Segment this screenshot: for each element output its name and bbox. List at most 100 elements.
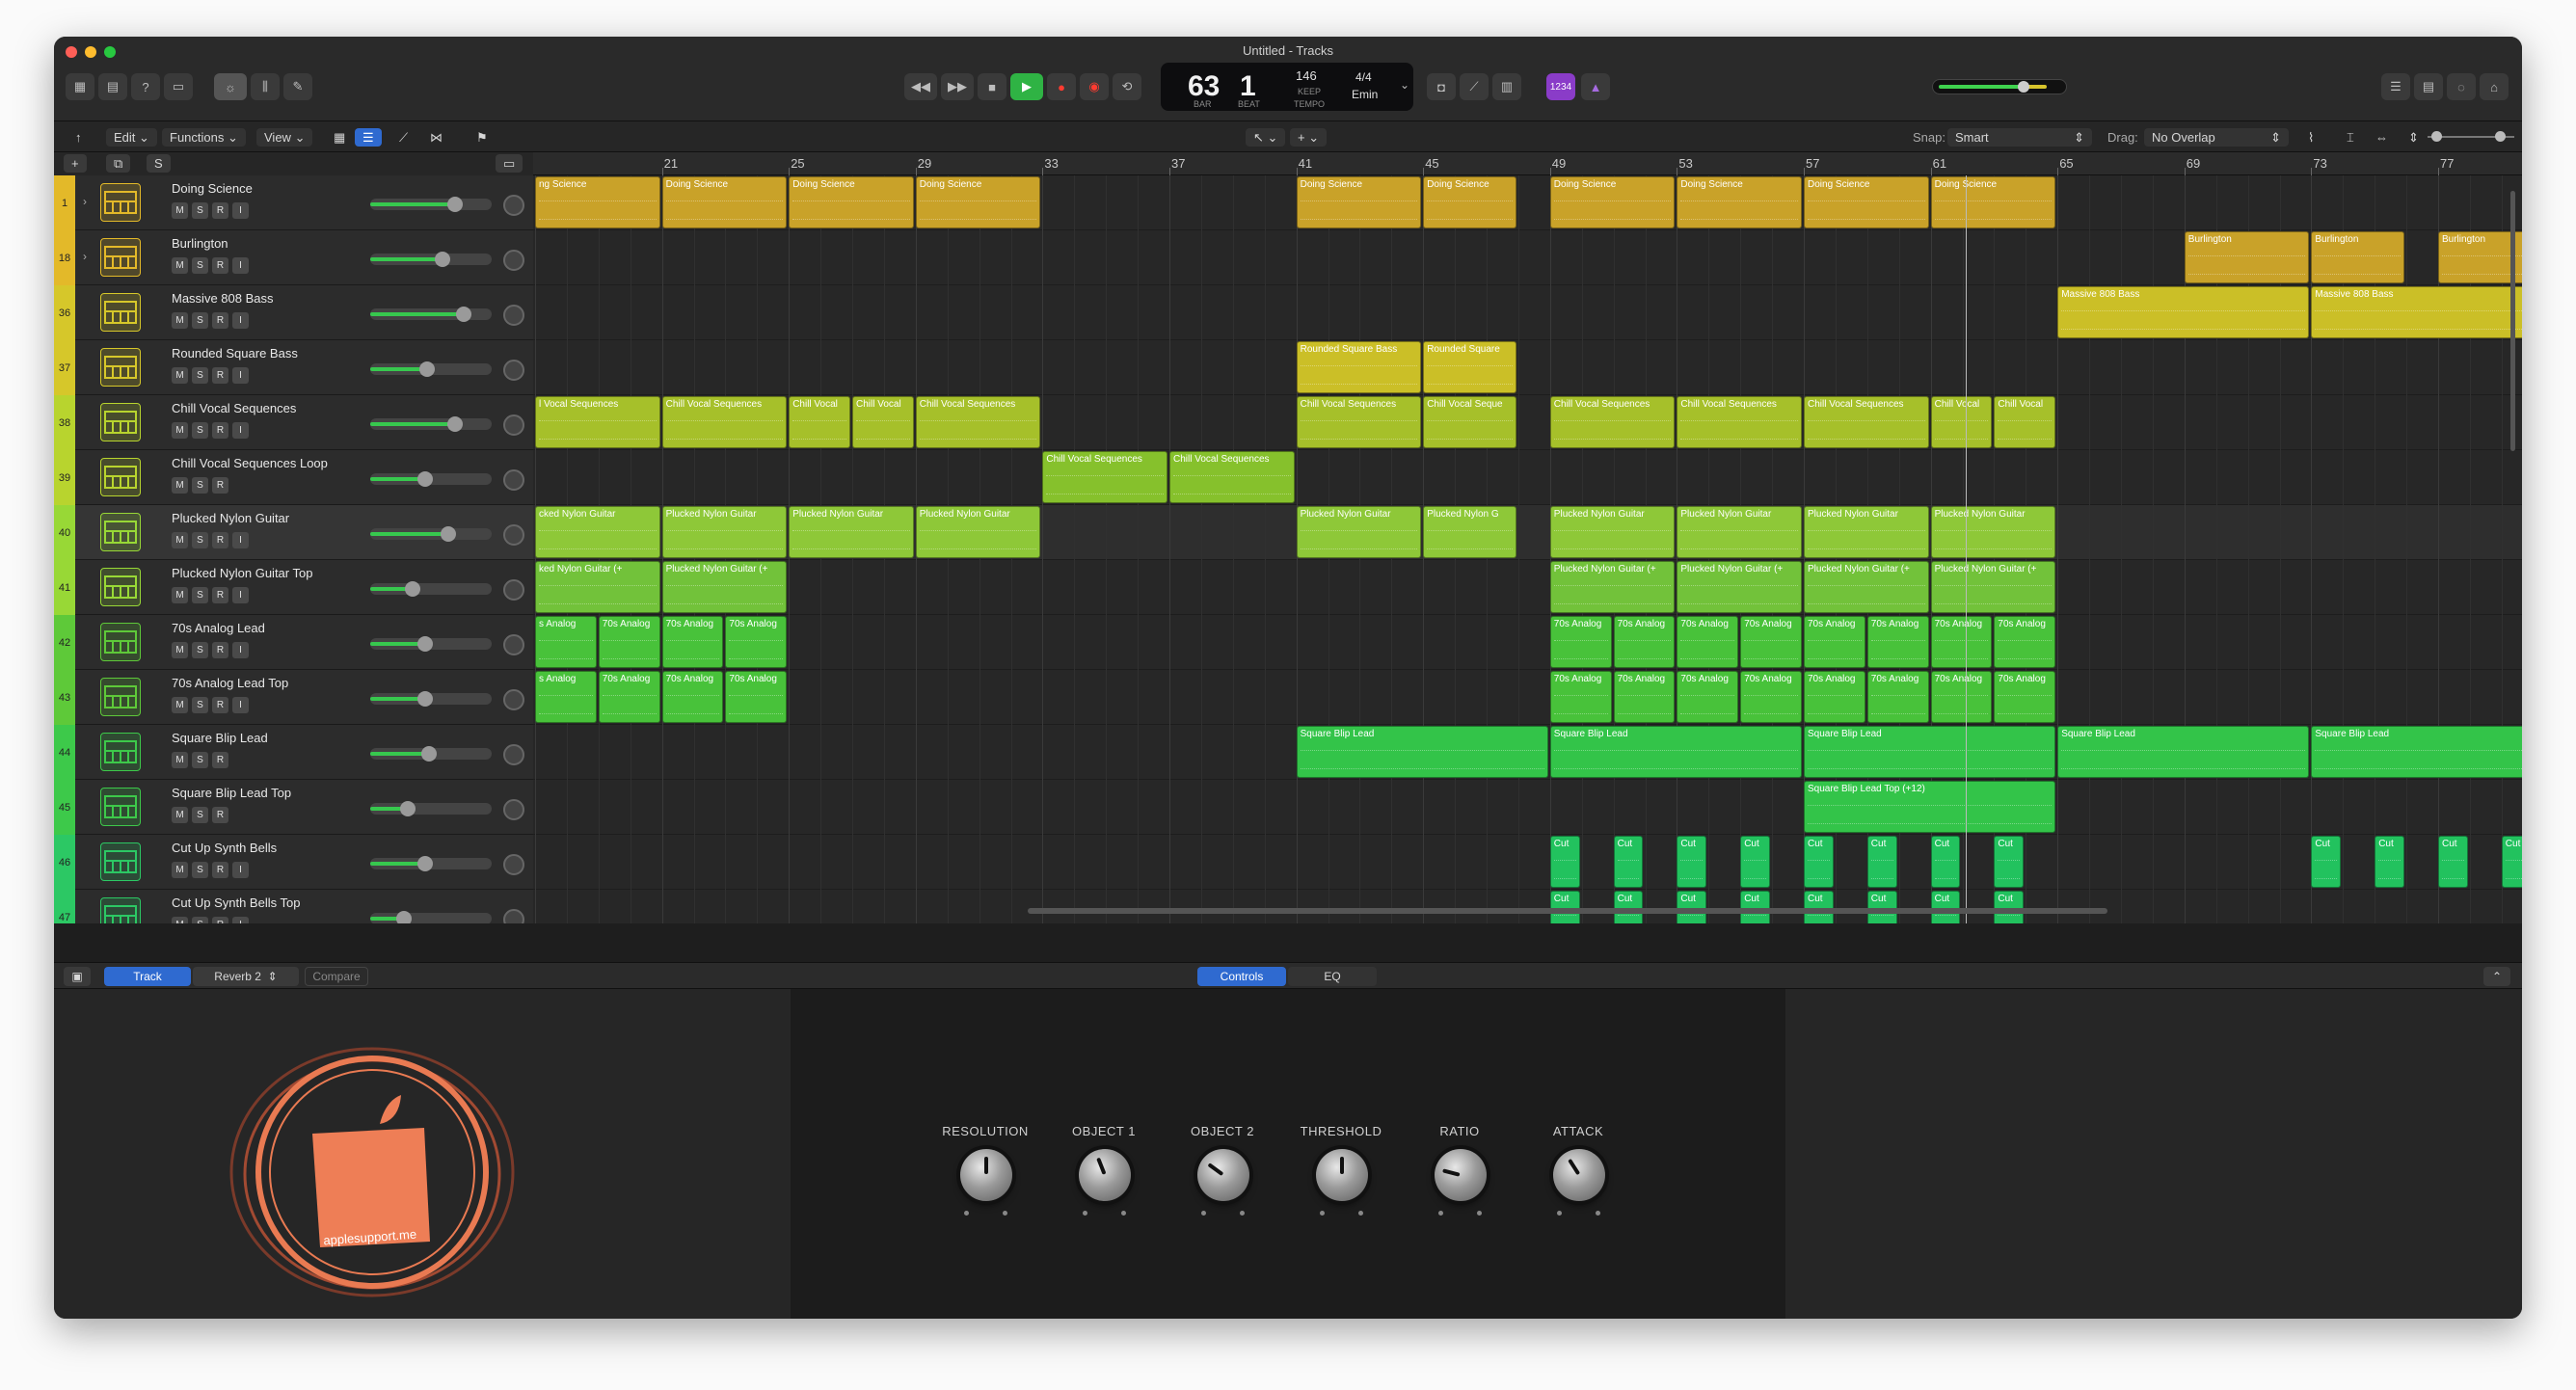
region[interactable]: Plucked Nylon Guitar xyxy=(661,506,788,558)
region[interactable]: Plucked Nylon G xyxy=(1423,506,1516,558)
track-header[interactable]: 18 › Burlington MSRI xyxy=(54,230,533,285)
track-input-button[interactable]: I xyxy=(232,257,249,274)
track-header[interactable]: 37 Rounded Square Bass MSRI xyxy=(54,340,533,395)
track-name[interactable]: Square Blip Lead Top xyxy=(172,786,291,800)
region[interactable]: Plucked Nylon Guitar (+ xyxy=(1804,561,1929,613)
track-pan-knob[interactable] xyxy=(503,250,524,271)
capture-record-button[interactable]: ◉ xyxy=(1080,73,1109,100)
region[interactable]: Cut xyxy=(1804,836,1834,888)
functions-menu[interactable]: Functions ⌄ xyxy=(162,128,246,147)
track-mute-button[interactable]: M xyxy=(172,642,188,658)
track-volume-slider[interactable] xyxy=(370,636,492,652)
pointer-tool-icon[interactable]: ↖ ⌄ xyxy=(1246,128,1286,147)
track-mute-button[interactable]: M xyxy=(172,532,188,548)
track-name[interactable]: 70s Analog Lead xyxy=(172,621,265,635)
track-volume-slider[interactable] xyxy=(370,307,492,322)
plugin-knob-object-2[interactable]: OBJECT 2 xyxy=(1174,1124,1271,1240)
tuner-button[interactable]: ◘ xyxy=(1427,73,1456,100)
track-mute-button[interactable]: M xyxy=(172,312,188,329)
library-button[interactable]: ▦ xyxy=(66,73,94,100)
track-solo-button[interactable]: S xyxy=(192,917,208,923)
region[interactable]: Plucked Nylon Guitar (+ xyxy=(1930,561,2056,613)
compare-button[interactable]: Compare xyxy=(305,967,368,986)
region[interactable]: Cut xyxy=(2438,836,2468,888)
region[interactable]: 70s Analog xyxy=(598,671,660,723)
region[interactable]: Chill Vocal Seque xyxy=(1423,396,1516,448)
region[interactable]: 70s Analog xyxy=(1549,671,1612,723)
track-pan-knob[interactable] xyxy=(503,195,524,216)
region[interactable]: Massive 808 Bass xyxy=(2311,286,2522,338)
track-mute-button[interactable]: M xyxy=(172,807,188,823)
track-mute-button[interactable]: M xyxy=(172,587,188,603)
arrange-area[interactable]: ng Science Doing Science Doing Science Doin… xyxy=(533,175,2522,923)
region[interactable]: 70s Analog xyxy=(1866,616,1929,668)
mixer-button[interactable]: ⫼ xyxy=(251,73,280,100)
track-volume-slider[interactable] xyxy=(370,361,492,377)
track-name[interactable]: Square Blip Lead xyxy=(172,731,268,745)
region[interactable]: Doing Science xyxy=(789,176,914,228)
region[interactable]: Chill Vocal Sequences xyxy=(661,396,788,448)
region[interactable]: Square Blip Lead xyxy=(1296,726,1548,778)
region[interactable]: Chill Vocal Sequences xyxy=(915,396,1041,448)
track-record-button[interactable]: R xyxy=(212,477,228,494)
track-header[interactable]: 41 Plucked Nylon Guitar Top MSRI xyxy=(54,560,533,615)
disclosure-icon[interactable]: › xyxy=(83,250,87,263)
track-header[interactable]: 44 Square Blip Lead MSR xyxy=(54,725,533,780)
region[interactable]: Chill Vocal xyxy=(789,396,850,448)
master-volume-slider[interactable] xyxy=(1932,79,2067,94)
track-header[interactable]: 1 › Doing Science MSRI xyxy=(54,175,533,230)
region[interactable]: Burlington xyxy=(2311,231,2405,283)
track-pan-knob[interactable] xyxy=(503,854,524,875)
knob-dial[interactable] xyxy=(1079,1149,1131,1201)
tab-controls[interactable]: Controls xyxy=(1197,967,1286,986)
region[interactable]: Plucked Nylon Guitar xyxy=(915,506,1041,558)
stop-button[interactable]: ■ xyxy=(978,73,1006,100)
track-solo-button[interactable]: S xyxy=(192,477,208,494)
region[interactable]: Chill Vocal xyxy=(852,396,914,448)
track-name[interactable]: Plucked Nylon Guitar xyxy=(172,511,289,525)
track-volume-slider[interactable] xyxy=(370,691,492,707)
region[interactable]: 70s Analog xyxy=(1740,616,1802,668)
track-input-button[interactable]: I xyxy=(232,697,249,713)
inspector-button[interactable]: ▤ xyxy=(98,73,127,100)
track-record-button[interactable]: R xyxy=(212,422,228,439)
lcd-display[interactable]: 63 1 BAR BEAT 146 KEEP TEMPO 4/4 Emin ⌄ xyxy=(1161,63,1413,111)
region[interactable]: 70s Analog xyxy=(661,616,724,668)
track-volume-slider[interactable] xyxy=(370,911,492,923)
track-record-button[interactable]: R xyxy=(212,312,228,329)
region[interactable]: Cut xyxy=(1804,891,1834,923)
knob-dial[interactable] xyxy=(960,1149,1012,1201)
region[interactable]: 70s Analog xyxy=(725,671,788,723)
count-in-button[interactable]: 1234 xyxy=(1546,73,1575,100)
track-input-button[interactable]: I xyxy=(232,917,249,923)
track-name[interactable]: Massive 808 Bass xyxy=(172,291,274,306)
region[interactable]: Cut xyxy=(1994,836,2025,888)
track-lane[interactable] xyxy=(533,450,2522,505)
plugin-knob-ratio[interactable]: RATIO xyxy=(1411,1124,1508,1240)
region[interactable]: Cut xyxy=(1613,836,1644,888)
track-record-button[interactable]: R xyxy=(212,532,228,548)
track-volume-slider[interactable] xyxy=(370,801,492,816)
track-mute-button[interactable]: M xyxy=(172,422,188,439)
region[interactable]: Cut xyxy=(1930,836,1961,888)
play-button[interactable]: ▶ xyxy=(1010,73,1043,100)
region[interactable]: Square Blip Lead xyxy=(2057,726,2310,778)
track-header[interactable]: 42 70s Analog Lead MSRI xyxy=(54,615,533,670)
track-volume-slider[interactable] xyxy=(370,856,492,871)
region[interactable]: Rounded Square xyxy=(1423,341,1516,393)
track-volume-slider[interactable] xyxy=(370,526,492,542)
region[interactable]: Chill Vocal Sequences xyxy=(1804,396,1929,448)
region[interactable]: Doing Science xyxy=(1677,176,1802,228)
track-pan-knob[interactable] xyxy=(503,689,524,710)
region[interactable]: Plucked Nylon Guitar xyxy=(1549,506,1676,558)
track-pan-knob[interactable] xyxy=(503,360,524,381)
playhead[interactable] xyxy=(1966,175,1967,923)
track-record-button[interactable]: R xyxy=(212,697,228,713)
track-header[interactable]: 36 Massive 808 Bass MSRI xyxy=(54,285,533,340)
region[interactable]: l Vocal Sequences xyxy=(535,396,660,448)
region[interactable]: Doing Science xyxy=(1930,176,2056,228)
region[interactable]: Square Blip Lead xyxy=(1549,726,1802,778)
region[interactable]: Plucked Nylon Guitar xyxy=(789,506,914,558)
add-track-button[interactable]: + xyxy=(64,154,87,173)
track-volume-slider[interactable] xyxy=(370,252,492,267)
